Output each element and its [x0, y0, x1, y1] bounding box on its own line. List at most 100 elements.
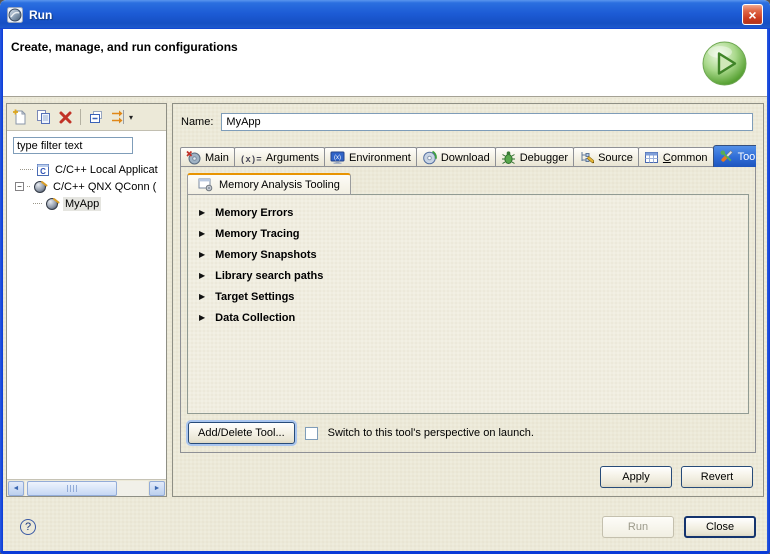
tab-arguments[interactable]: (x)= Arguments: [234, 147, 325, 167]
revert-button[interactable]: Revert: [681, 466, 753, 488]
name-row: Name:: [181, 113, 753, 131]
tree-item-label: MyApp: [63, 197, 101, 211]
tab-label: Arguments: [266, 152, 319, 164]
tree-connector: [27, 186, 30, 187]
scrollbar-thumb[interactable]: [27, 481, 117, 496]
duplicate-configuration-icon[interactable]: [35, 109, 51, 125]
filter-icon[interactable]: ▾: [111, 109, 133, 125]
tab-source[interactable]: Source: [573, 147, 639, 167]
memory-analysis-sections: ▶ Memory Errors ▶ Memory Tracing ▶ Memor…: [187, 194, 749, 414]
environment-tab-icon: (x): [330, 150, 345, 165]
configurations-tree: C C/C++ Local Applicat − C/C++ QNX QConn…: [7, 130, 166, 479]
tree-item-qnx-qconn[interactable]: − C/C++ QNX QConn (: [7, 178, 166, 195]
section-arrow-icon: ▶: [199, 292, 205, 301]
section-library-search-paths[interactable]: ▶ Library search paths: [188, 265, 748, 286]
filter-input[interactable]: [13, 137, 133, 154]
section-label: Memory Errors: [215, 207, 293, 219]
tab-environment[interactable]: (x) Environment: [324, 147, 417, 167]
svg-text:(x)=: (x)=: [240, 155, 262, 165]
tab-tools[interactable]: Tools: [713, 145, 756, 167]
collapse-all-icon[interactable]: [88, 109, 104, 125]
window-title: Run: [29, 8, 52, 22]
memory-analysis-icon: [198, 177, 213, 192]
section-arrow-icon: ▶: [199, 250, 205, 259]
tab-main[interactable]: Main: [180, 147, 235, 167]
tab-label: Download: [441, 152, 490, 164]
section-memory-tracing[interactable]: ▶ Memory Tracing: [188, 223, 748, 244]
apply-revert-row: Apply Revert: [600, 466, 753, 488]
add-delete-tool-button[interactable]: Add/Delete Tool...: [188, 422, 295, 444]
header-title: Create, manage, and run configurations: [11, 40, 238, 54]
tree-horizontal-scrollbar: ◄ ►: [7, 479, 166, 496]
section-arrow-icon: ▶: [199, 229, 205, 238]
tab-download[interactable]: Download: [416, 147, 496, 167]
tree-connector: [33, 203, 42, 204]
svg-text:C: C: [40, 167, 46, 176]
tab-debugger[interactable]: Debugger: [495, 147, 574, 167]
dropdown-caret-icon[interactable]: ▾: [129, 113, 133, 122]
delete-configuration-icon[interactable]: [58, 110, 73, 125]
configurations-panel: ▾ C C/C++ Local Applicat −: [6, 103, 167, 497]
close-icon[interactable]: ×: [742, 4, 763, 25]
section-label: Library search paths: [215, 270, 323, 282]
configuration-tabs: Main (x)= Arguments (x) Environment: [180, 145, 756, 167]
close-dialog-button[interactable]: Close: [684, 516, 756, 538]
source-tab-icon: [579, 150, 594, 165]
tab-label: Source: [598, 152, 633, 164]
section-label: Memory Snapshots: [215, 249, 316, 261]
switch-perspective-label[interactable]: Switch to this tool's perspective on lau…: [328, 427, 534, 439]
section-arrow-icon: ▶: [199, 313, 205, 322]
switch-perspective-checkbox[interactable]: [305, 427, 318, 440]
tab-common[interactable]: Common: [638, 147, 714, 167]
tools-actions-row: Add/Delete Tool... Switch to this tool's…: [187, 414, 749, 452]
section-memory-snapshots[interactable]: ▶ Memory Snapshots: [188, 244, 748, 265]
common-tab-icon: [644, 150, 659, 165]
tree-item-label: C/C++ QNX QConn (: [51, 180, 158, 194]
section-arrow-icon: ▶: [199, 271, 205, 280]
subtab-memory-analysis[interactable]: Memory Analysis Tooling: [187, 173, 351, 195]
tab-label: Environment: [349, 152, 411, 164]
new-configuration-icon[interactable]: [12, 109, 28, 125]
configurations-toolbar: ▾: [7, 104, 166, 130]
configuration-detail-panel: Name: Main (x)= Arguments: [172, 103, 764, 497]
tab-label: Tools: [738, 151, 756, 163]
download-tab-icon: [422, 150, 437, 165]
arguments-tab-icon: (x)=: [240, 151, 262, 165]
tools-tab-content: Memory Analysis Tooling ▶ Memory Errors …: [180, 166, 756, 453]
tree-item-label: C/C++ Local Applicat: [53, 163, 160, 177]
scrollbar-track[interactable]: [25, 481, 148, 496]
scroll-left-icon[interactable]: ◄: [8, 481, 24, 496]
svg-text:(x): (x): [334, 155, 341, 161]
section-memory-errors[interactable]: ▶ Memory Errors: [188, 202, 748, 223]
apply-button[interactable]: Apply: [600, 466, 672, 488]
tools-tab-icon: [719, 149, 734, 164]
tree-item-local-application[interactable]: C C/C++ Local Applicat: [7, 161, 166, 178]
name-input[interactable]: [221, 113, 753, 131]
tab-label: Common: [663, 152, 708, 164]
main-tab-icon: [186, 150, 201, 165]
qnx-launch-icon: [45, 196, 60, 211]
toolbar-separator: [80, 109, 81, 125]
section-label: Data Collection: [215, 312, 295, 324]
subtab-label: Memory Analysis Tooling: [219, 179, 340, 191]
tree-connector: [20, 169, 33, 170]
debugger-tab-icon: [501, 150, 516, 165]
scroll-right-icon[interactable]: ►: [149, 481, 165, 496]
help-icon[interactable]: ?: [20, 519, 36, 535]
titlebar[interactable]: Run ×: [0, 0, 770, 29]
run-dialog: Run × Create, manage, and run configurat…: [0, 0, 770, 554]
header-banner: Create, manage, and run configurations: [3, 29, 767, 97]
qnx-launch-icon: [33, 179, 48, 194]
section-label: Memory Tracing: [215, 228, 299, 240]
section-arrow-icon: ▶: [199, 208, 205, 217]
run-button[interactable]: Run: [602, 516, 674, 538]
name-label: Name:: [181, 116, 213, 128]
section-target-settings[interactable]: ▶ Target Settings: [188, 286, 748, 307]
c-application-icon: C: [36, 163, 50, 177]
tab-label: Main: [205, 152, 229, 164]
tab-label: Debugger: [520, 152, 568, 164]
section-label: Target Settings: [215, 291, 294, 303]
tree-expander-icon[interactable]: −: [15, 182, 24, 191]
section-data-collection[interactable]: ▶ Data Collection: [188, 307, 748, 328]
tree-item-myapp[interactable]: MyApp: [7, 195, 166, 212]
